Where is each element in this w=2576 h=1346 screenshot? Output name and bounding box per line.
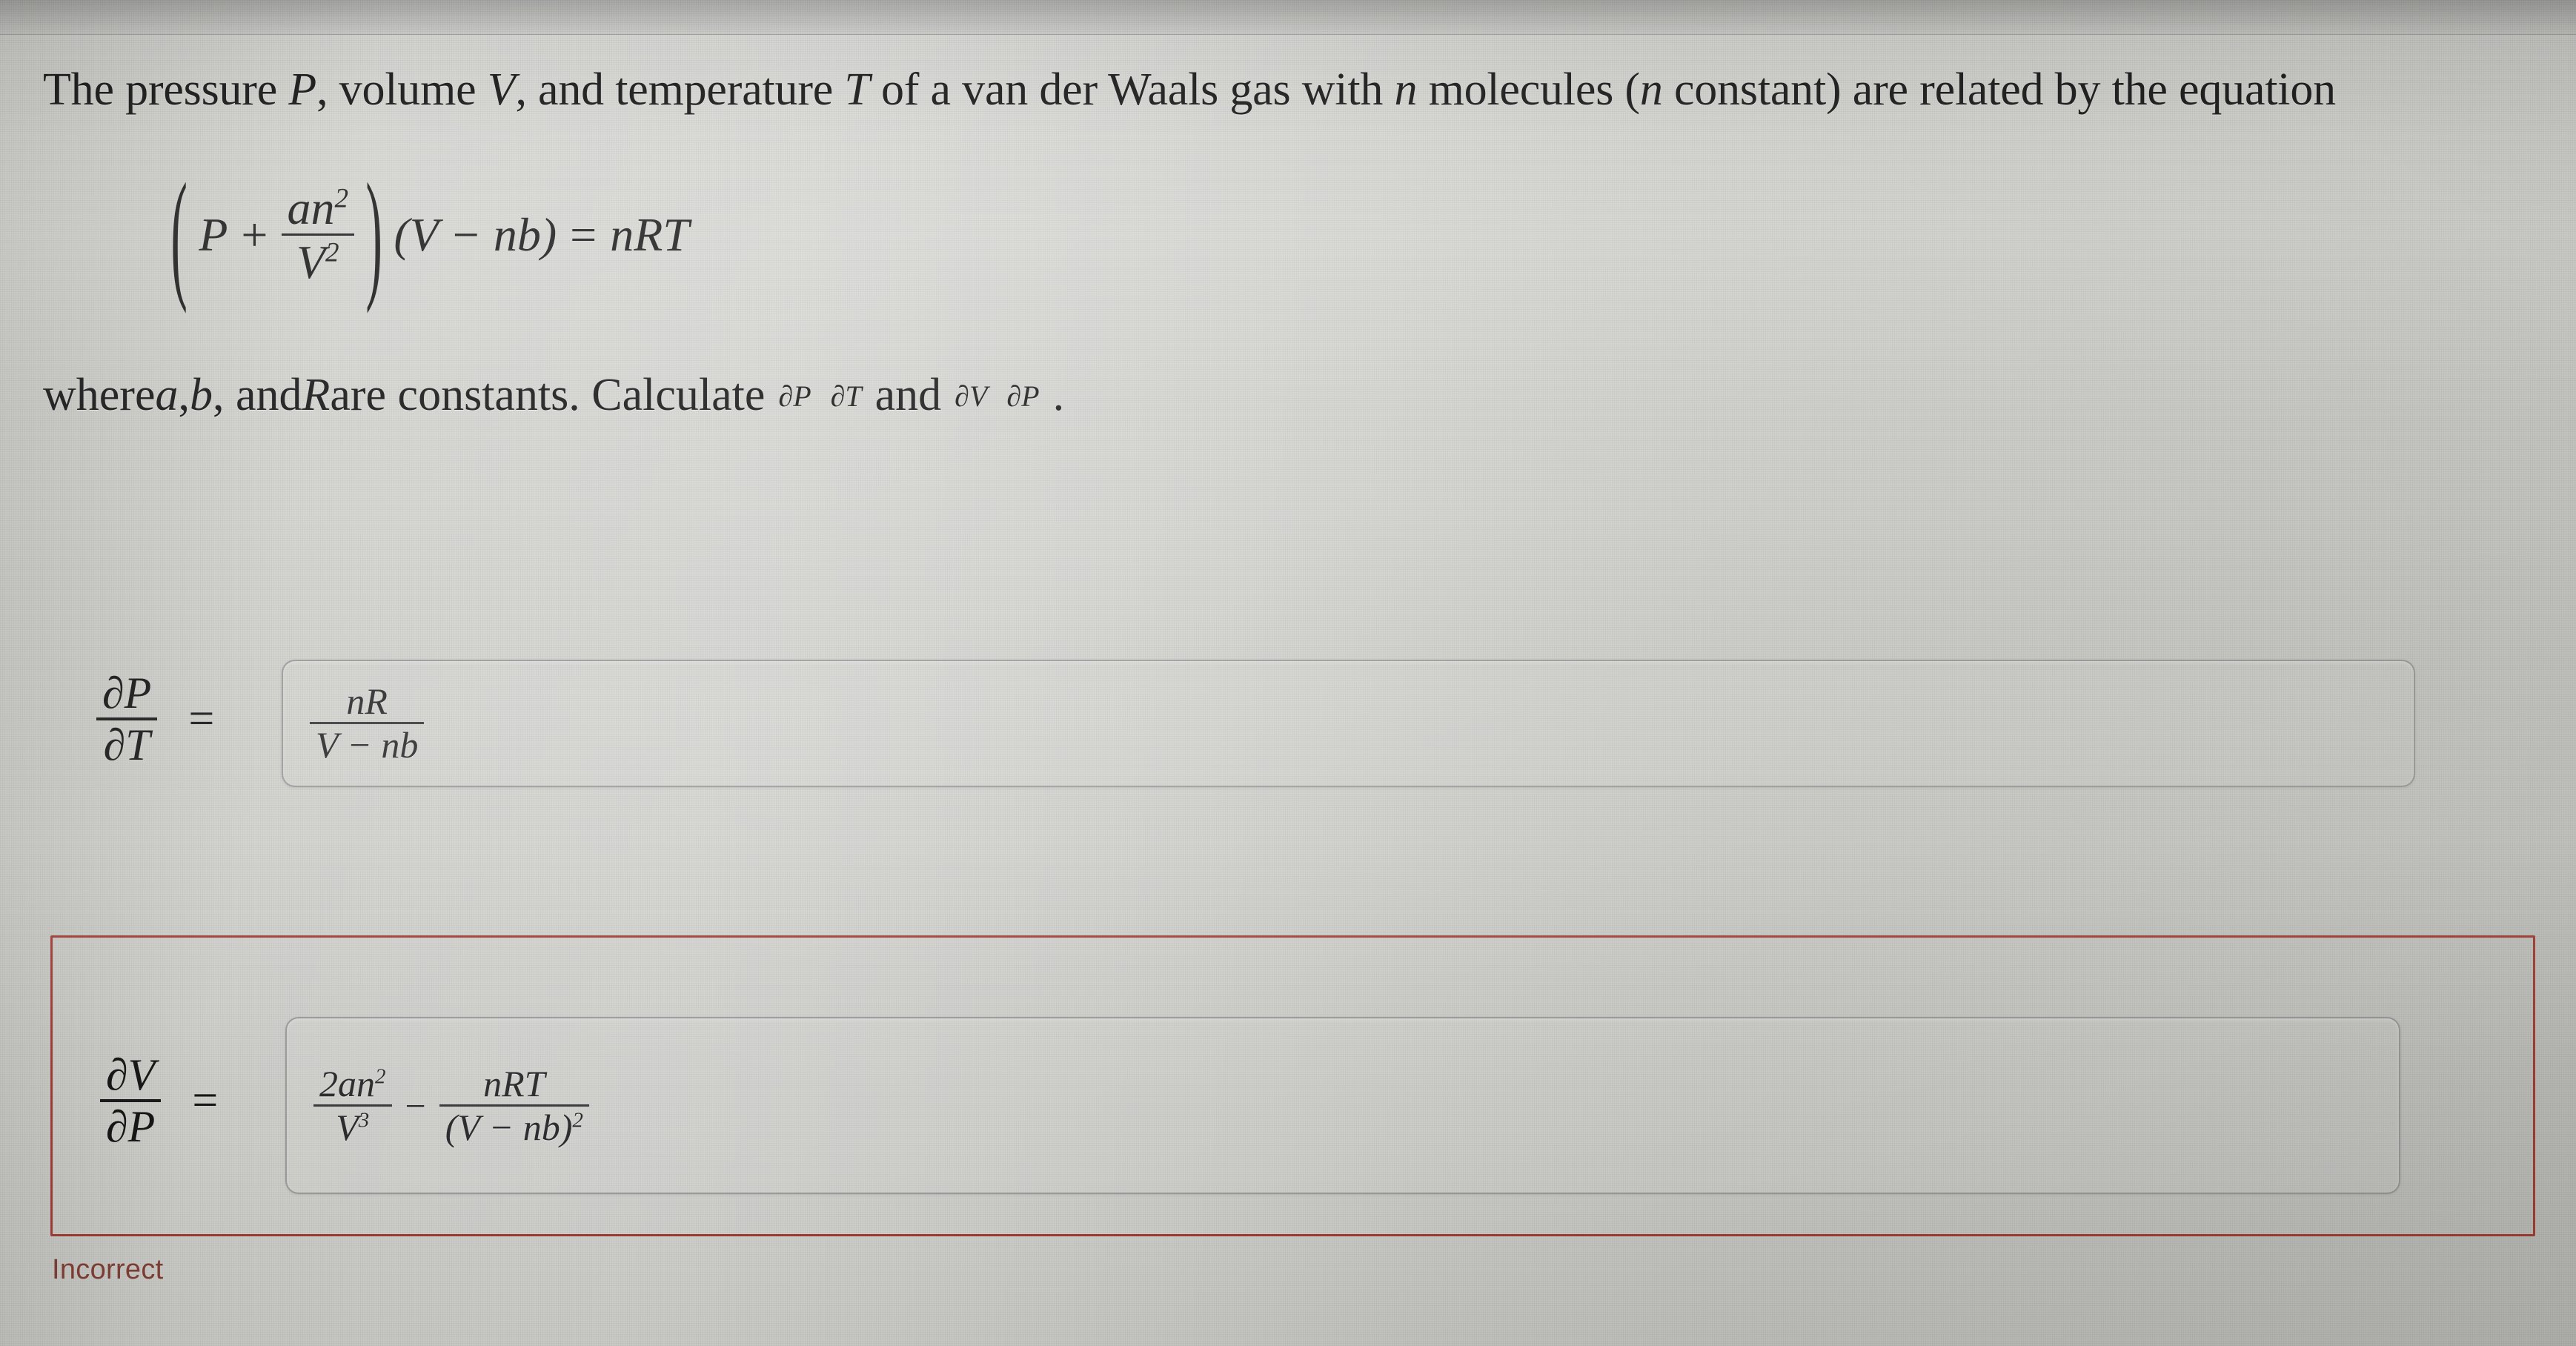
- symbol-V: V: [487, 64, 516, 115]
- answer-2-equals-sign: =: [192, 1075, 219, 1127]
- eq-right-hand-side: nRT: [610, 208, 689, 262]
- statement-text-6: constant) are related by the equation: [1662, 64, 2336, 115]
- answer-1-label: ∂P ∂T =: [96, 669, 215, 770]
- where-text-1: where: [43, 370, 156, 420]
- eq-group-V-minus-nb: (V − nb): [394, 208, 557, 262]
- constant-R: R: [302, 370, 331, 420]
- eq-plus-sign: +: [241, 208, 268, 262]
- answer-2-term-1-numerator: 2an2: [313, 1062, 392, 1104]
- statement-text-4: of a van der Waals gas with: [869, 64, 1395, 115]
- answer-1-denominator: V − nb: [316, 724, 419, 766]
- statement-text-5: molecules (: [1417, 64, 1641, 115]
- fraction-denominator: V2: [291, 236, 345, 286]
- term-1-denominator-exponent: 3: [358, 1107, 370, 1132]
- constant-a: a: [155, 370, 179, 420]
- denominator-V: V: [296, 236, 326, 289]
- answer-1-numerator: nR: [346, 680, 388, 722]
- numerator-an: an: [287, 182, 335, 234]
- statement-text-1: The pressure: [43, 64, 289, 115]
- inline-partial-P-over-partial-T: ∂P ∂T: [772, 379, 867, 414]
- eq-symbol-P: P: [199, 208, 228, 262]
- answer-2-minus-sign: −: [405, 1084, 426, 1127]
- symbol-P: P: [288, 64, 317, 115]
- where-period: .: [1052, 370, 1065, 420]
- numerator-exponent: 2: [334, 183, 349, 214]
- left-paren: (: [170, 153, 187, 315]
- answer-2-partial-V-over-partial-P: ∂V ∂P: [100, 1050, 162, 1152]
- problem-content: The pressure P, volume V, and temperatur…: [0, 0, 2576, 1346]
- eq-equals-sign: =: [570, 208, 597, 262]
- fraction-numerator: an2: [282, 184, 355, 233]
- answer-1-fraction: nR V − nb: [310, 680, 425, 766]
- symbol-T: T: [844, 64, 870, 115]
- answer-1-partial-P-over-partial-T: ∂P ∂T: [96, 669, 158, 770]
- inline-partial-V-over-partial-P: ∂V ∂P: [949, 379, 1045, 414]
- term-1-denominator-text: V: [336, 1106, 359, 1148]
- answer-1-equals-sign: =: [188, 694, 215, 745]
- answer-2-term-2-fraction: nRT (V − nb)2: [439, 1062, 589, 1147]
- answer-1-input[interactable]: nR V − nb: [282, 660, 2415, 787]
- where-line: where a , b , and R are constants. Calcu…: [43, 371, 1064, 420]
- symbol-n: n: [1394, 64, 1418, 115]
- statement-text-3: , and temperature: [515, 64, 845, 115]
- answer-2-lhs-denominator: ∂P: [106, 1102, 156, 1152]
- answer-2-term-1-fraction: 2an2 V3: [313, 1062, 392, 1147]
- where-text-5: and: [874, 370, 942, 420]
- term-1-numerator-text: 2an: [319, 1062, 375, 1104]
- answer-1-lhs-denominator: ∂T: [103, 720, 150, 770]
- screen-photo: The pressure P, volume V, and temperatur…: [0, 0, 2576, 1346]
- answer-2-lhs-numerator: ∂V: [106, 1050, 156, 1099]
- term-1-numerator-exponent: 2: [375, 1064, 386, 1088]
- answer-2-term-2-numerator: nRT: [483, 1062, 545, 1104]
- problem-statement: The pressure P, volume V, and temperatur…: [43, 65, 2563, 115]
- answer-2-value: 2an2 V3 − nRT (V − nb)2: [313, 1062, 589, 1147]
- fraction-an2-over-V2: an2 V2: [281, 184, 355, 287]
- inline-frac1-denominator: ∂T: [830, 379, 862, 414]
- statement-text-2: , volume: [316, 64, 488, 115]
- denominator-exponent: 2: [325, 237, 339, 268]
- inline-frac2-denominator: ∂P: [1006, 379, 1040, 414]
- symbol-n-2: n: [1639, 64, 1663, 115]
- van-der-waals-equation: ( P + an2 V2 ) (V − nb) = nRT: [159, 153, 689, 314]
- answer-2-input[interactable]: 2an2 V3 − nRT (V − nb)2: [285, 1017, 2400, 1194]
- answer-1-lhs-numerator: ∂P: [102, 669, 152, 717]
- answer-2-status-incorrect: Incorrect: [52, 1254, 164, 1285]
- where-text-2: ,: [178, 370, 190, 420]
- term-2-denominator-text: (V − nb): [445, 1106, 573, 1148]
- constant-b: b: [189, 370, 213, 420]
- right-paren: ): [365, 153, 382, 315]
- term-2-denominator-exponent: 2: [572, 1107, 583, 1132]
- answer-2-term-1-denominator: V3: [330, 1107, 375, 1147]
- answer-2-label: ∂V ∂P =: [100, 1052, 218, 1150]
- inline-frac1-numerator: ∂P: [778, 379, 811, 414]
- inline-frac2-numerator: ∂V: [955, 379, 988, 414]
- where-text-4: are constants. Calculate: [330, 370, 766, 420]
- answer-1-value: nR V − nb: [310, 680, 425, 766]
- answer-2-term-2-denominator: (V − nb)2: [439, 1107, 589, 1147]
- where-text-3: , and: [212, 370, 302, 420]
